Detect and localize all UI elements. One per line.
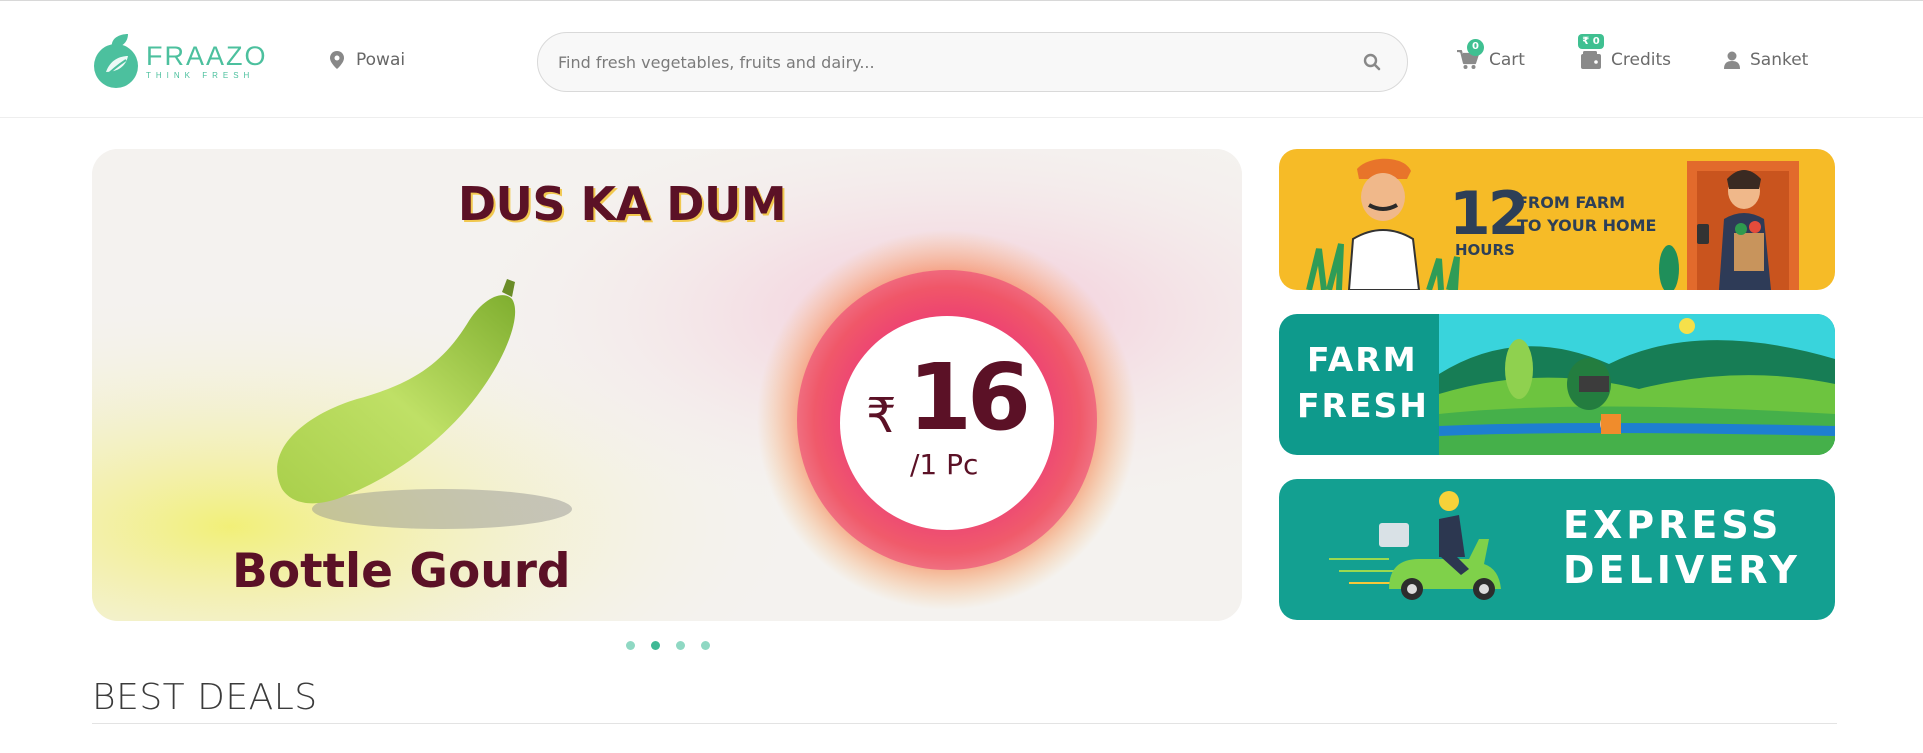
carousel-dots (626, 641, 710, 650)
price-currency: ₹ (866, 388, 897, 444)
user-name: Sanket (1750, 50, 1809, 70)
price-value: 16 (908, 344, 1031, 451)
credits-button[interactable]: ₹ 0 Credits (1578, 34, 1671, 70)
hero-banner[interactable]: DUS KA DUM ₹ 16 /1 Pc Bottle Gourd (92, 149, 1242, 621)
farm-line-1: FROM FARM (1517, 193, 1626, 212)
farm-line-2: TO YOUR HOME (1517, 216, 1657, 235)
credits-label: Credits (1611, 50, 1671, 70)
site-header: FRAAZO THINK FRESH Powai 0 Cart (0, 6, 1923, 118)
location-label: Powai (356, 50, 406, 70)
cart-button[interactable]: 0 Cart (1457, 39, 1525, 70)
hero-headline: DUS KA DUM (457, 177, 787, 231)
carousel-dot-1[interactable] (626, 641, 635, 650)
cart-count-badge: 0 (1467, 39, 1484, 56)
leaf-logo-icon (94, 34, 138, 88)
hours-label: HOURS (1455, 241, 1515, 259)
banner-farm-fresh[interactable]: FARM FRESH (1279, 314, 1835, 455)
search-icon[interactable] (1363, 53, 1381, 71)
cart-label: Cart (1489, 50, 1525, 70)
fraazo-logo[interactable]: FRAAZO THINK FRESH (92, 30, 272, 92)
carousel-dot-4[interactable] (701, 641, 710, 650)
express-line-2: DELIVERY (1563, 548, 1801, 592)
carousel-dot-2[interactable] (651, 641, 660, 650)
hours-number: 12 (1449, 179, 1529, 249)
hero-product-name: Bottle Gourd (232, 544, 571, 599)
banner-express-delivery[interactable]: EXPRESS DELIVERY (1279, 479, 1835, 620)
user-icon (1724, 51, 1740, 69)
carousel-dot-3[interactable] (676, 641, 685, 650)
section-divider (92, 723, 1837, 724)
farm-landscape-illustration (1439, 314, 1835, 455)
banner-farm-to-home[interactable]: 12 HOURS FROM FARM TO YOUR HOME (1279, 149, 1835, 290)
logo-tagline: THINK FRESH (146, 71, 255, 80)
credits-amount-badge: ₹ 0 (1578, 34, 1604, 49)
user-account-button[interactable]: Sanket (1724, 50, 1808, 70)
search-input[interactable] (558, 52, 1363, 72)
best-deals-heading: BEST DEALS (92, 677, 318, 718)
search-bar[interactable] (537, 32, 1408, 92)
price-unit: /1 Pc (910, 448, 979, 481)
farm-fresh-line-1: FARM (1307, 340, 1418, 379)
price-circle: ₹ 16 /1 Pc (840, 316, 1054, 530)
wallet-icon (1581, 51, 1601, 69)
farm-fresh-line-2: FRESH (1297, 386, 1429, 425)
location-selector[interactable]: Powai (330, 50, 405, 70)
express-line-1: EXPRESS (1563, 503, 1783, 547)
map-pin-icon (330, 51, 344, 69)
logo-name: FRAAZO (146, 41, 268, 71)
